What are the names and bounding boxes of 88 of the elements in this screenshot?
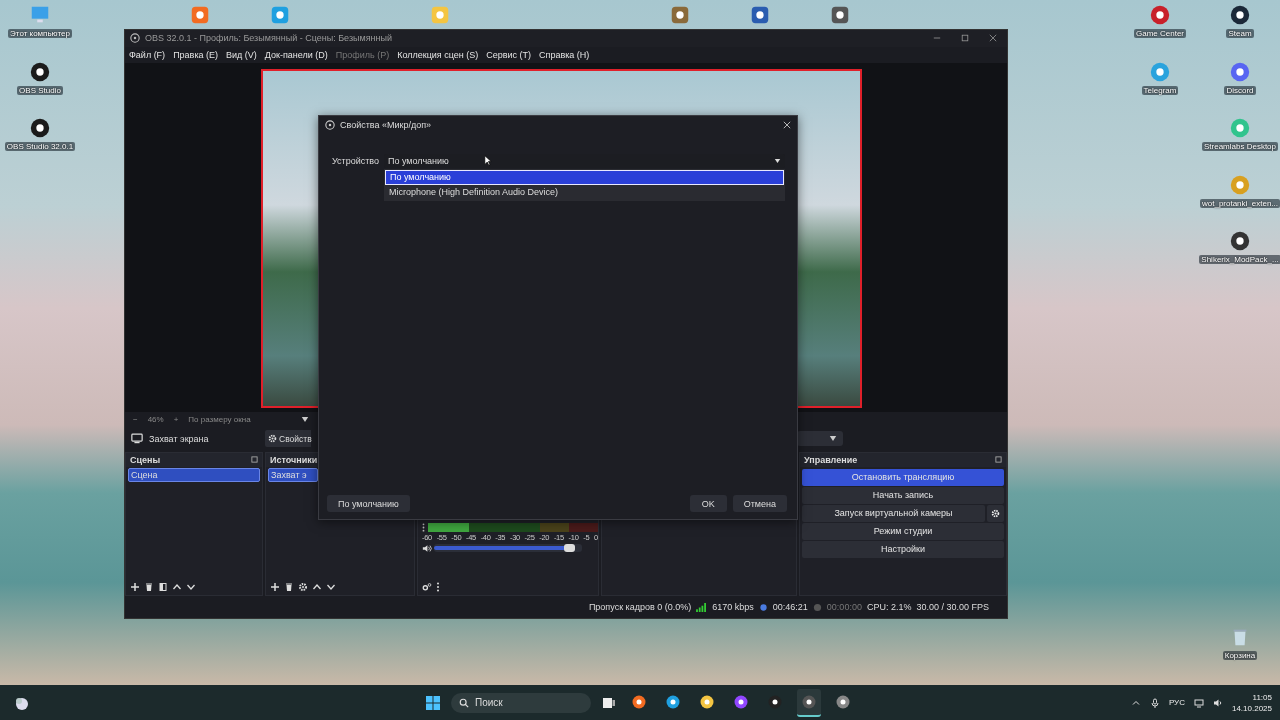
speaker-icon[interactable]: [1212, 697, 1223, 708]
zoom-level: 46%: [147, 415, 164, 425]
dropdown-option[interactable]: Microphone (High Definition Audio Device): [385, 185, 784, 200]
panel-title: Управление: [804, 454, 858, 465]
app-icon[interactable]: [29, 117, 51, 139]
control-button[interactable]: Режим студии: [802, 522, 1004, 540]
taskbar-app[interactable]: [797, 688, 821, 717]
fit-to-window-button[interactable]: По размеру окна: [188, 415, 251, 425]
window-title: OBS 32.0.1 - Профиль: Безымянный - Сцены: Безымянный: [145, 33, 393, 44]
more-options-icon[interactable]: [436, 582, 440, 593]
source-item[interactable]: Захват э: [268, 467, 318, 482]
undock-icon[interactable]: [995, 456, 1002, 464]
clock-date[interactable]: 14.10.2025: [1231, 702, 1272, 714]
menu-item[interactable]: Вид (V): [226, 49, 257, 60]
add-icon[interactable]: [270, 582, 280, 593]
cancel-button[interactable]: Отмена: [732, 495, 787, 512]
field-label: Устройство: [331, 155, 379, 168]
monitor-icon: [131, 433, 143, 445]
defaults-button[interactable]: По умолчанию: [327, 495, 410, 512]
desktop-icon-label[interactable]: Discord: [1224, 85, 1256, 95]
zoom-in-button[interactable]: +: [173, 415, 179, 425]
control-button[interactable]: Запуск виртуальной камеры: [802, 504, 985, 522]
dropdown[interactable]: [797, 431, 843, 447]
desktop-icon-label[interactable]: Telegram: [1141, 85, 1179, 95]
panel-title: Источники: [270, 454, 318, 465]
add-icon[interactable]: [130, 582, 140, 593]
menu-item[interactable]: Файл (F): [129, 49, 166, 60]
maximize-icon[interactable]: [961, 34, 969, 43]
menu-item[interactable]: Правка (E): [173, 49, 219, 60]
menu-item[interactable]: Коллекция сцен (S): [397, 49, 479, 60]
control-button[interactable]: Настройки: [802, 540, 1004, 558]
streaming-indicator-icon: [758, 602, 768, 612]
recording-indicator-icon: [812, 602, 822, 612]
app-icon[interactable]: [1229, 230, 1251, 252]
speaker-icon[interactable]: [422, 543, 432, 553]
gear-icon: [991, 508, 1000, 518]
desktop-icon-label[interactable]: wot_protanki_exten...: [1200, 198, 1280, 208]
control-button[interactable]: Начать запись: [802, 486, 1004, 504]
dropdown-option[interactable]: По умолчанию: [385, 170, 784, 185]
slider-thumb[interactable]: [563, 544, 575, 553]
caret-icon: [774, 159, 781, 163]
signal-icon: [696, 602, 708, 612]
cpu-usage: CPU: 2.1%: [866, 602, 912, 612]
menu-item[interactable]: Справка (H): [539, 49, 590, 60]
more-options-icon[interactable]: [422, 522, 425, 532]
clock-time[interactable]: 11:05: [1252, 691, 1272, 703]
control-button[interactable]: Остановить трансляцию: [802, 468, 1004, 486]
panel-title: Сцены: [130, 454, 161, 465]
app-icon[interactable]: [29, 60, 51, 83]
undock-icon[interactable]: [251, 456, 258, 464]
app-icon: [835, 693, 851, 710]
desktop-icon-label[interactable]: Steam: [1226, 29, 1254, 38]
network-icon[interactable]: [1193, 697, 1204, 708]
scene-item[interactable]: Сцена: [128, 467, 260, 482]
ok-button[interactable]: OK: [689, 495, 727, 512]
menu-item[interactable]: Сервис (T): [486, 49, 532, 60]
caret-icon[interactable]: [300, 417, 309, 423]
dropped-frames: Пропуск кадров 0 (0.0%): [588, 602, 692, 612]
fps: 30.00 / 30.00 FPS: [916, 602, 989, 612]
gear-icon[interactable]: [422, 582, 432, 593]
search-icon: [459, 697, 469, 708]
trash-icon[interactable]: [144, 582, 154, 593]
mouse-pointer-icon: [484, 155, 492, 166]
caret-icon: [829, 436, 837, 442]
app-icon[interactable]: [829, 4, 851, 26]
zoom-out-button[interactable]: −: [133, 415, 138, 425]
source-name: Захват экрана: [149, 433, 210, 444]
app-logo-icon: [130, 33, 140, 44]
gear-icon: [268, 434, 277, 444]
close-icon[interactable]: [989, 34, 997, 43]
dialog-title: Свойства «Микр/доп»: [340, 120, 433, 130]
record-time: 00:00:00: [826, 602, 862, 612]
trash-icon[interactable]: [284, 582, 294, 593]
desktop-icon-label[interactable]: Shikerix_ModPack_...: [1199, 255, 1280, 264]
stream-time: 00:46:21: [772, 602, 808, 612]
menu-item[interactable]: Док-панели (D): [264, 49, 328, 60]
language-indicator[interactable]: РУС: [1168, 698, 1185, 707]
settings-icon[interactable]: [298, 582, 308, 593]
volume-slider[interactable]: [434, 544, 582, 553]
start-icon[interactable]: [425, 694, 441, 711]
app-icon[interactable]: [1229, 4, 1251, 26]
settings-button[interactable]: [987, 504, 1004, 522]
app-icon[interactable]: [749, 4, 771, 26]
search-field[interactable]: Поиск: [451, 692, 591, 713]
properties-button[interactable]: Свойств: [265, 430, 311, 448]
app-logo-icon: [325, 120, 335, 130]
microphone-icon[interactable]: [1149, 697, 1160, 708]
bitrate: 6170 kbps: [712, 602, 754, 612]
